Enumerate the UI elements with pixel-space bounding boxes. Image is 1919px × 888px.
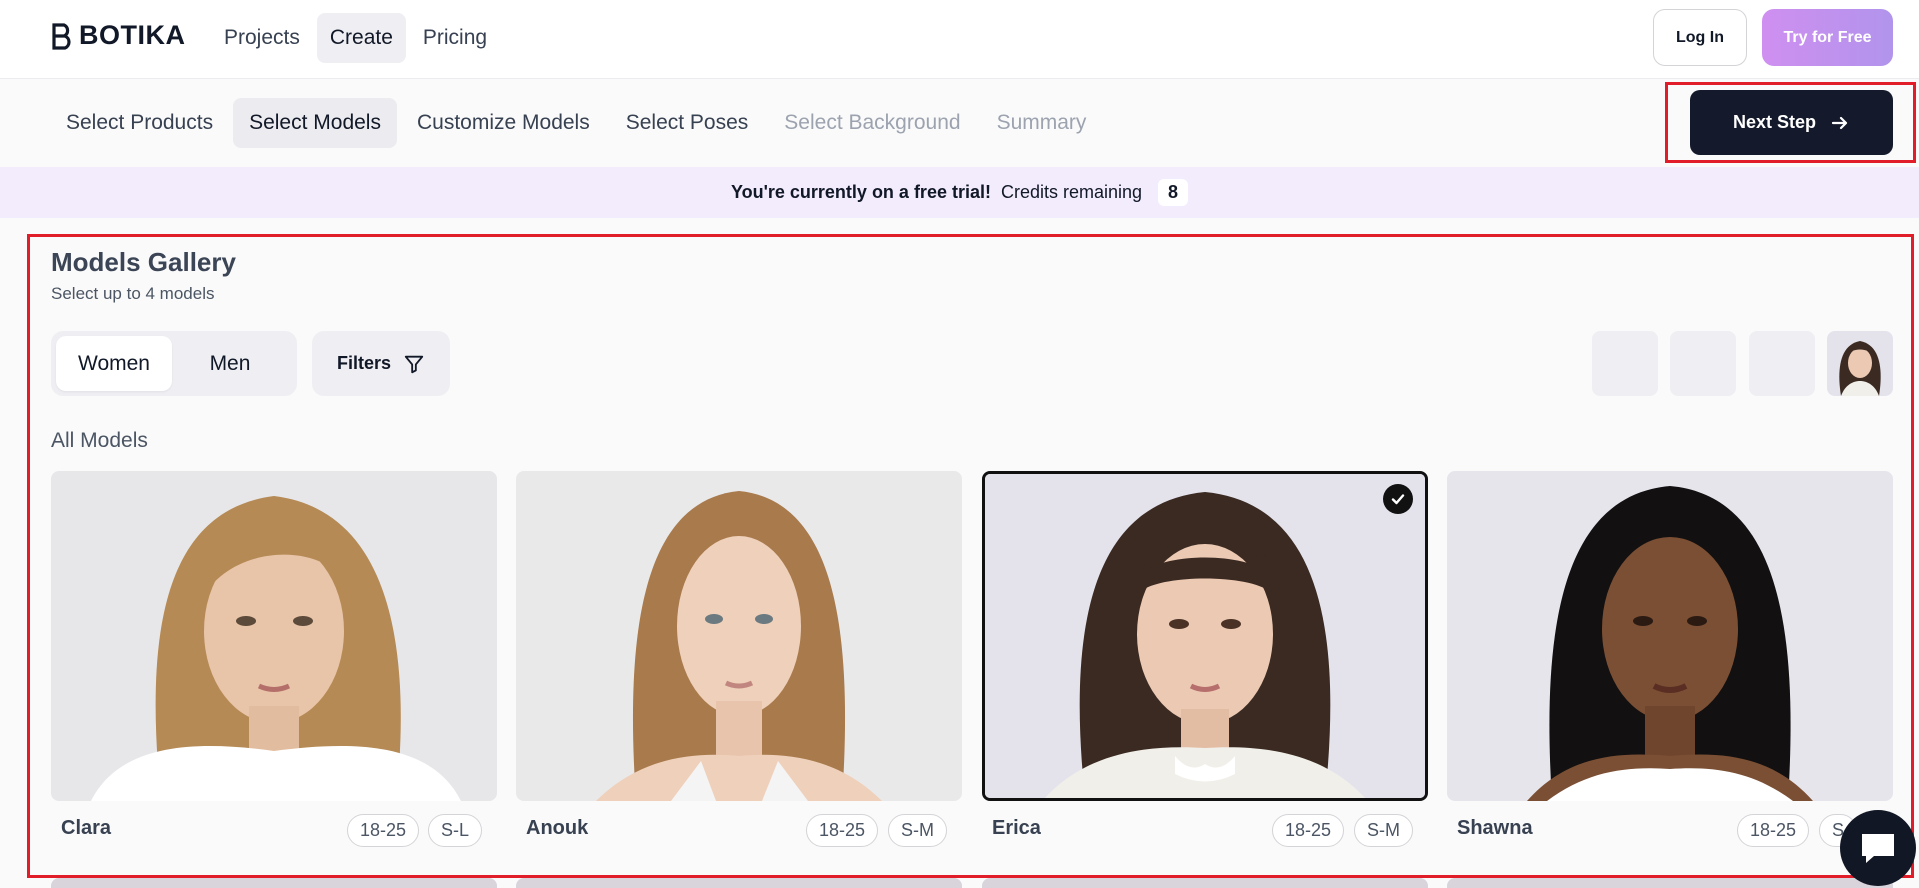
model-card-shawna[interactable] [1447,471,1893,801]
steps-bar: Select Products Select Models Customize … [0,80,1919,167]
next-step-label: Next Step [1732,112,1817,132]
model-card-clara[interactable] [51,471,497,801]
model-portrait-shawna [1447,471,1893,801]
nav-pricing[interactable]: Pricing [410,13,500,63]
step-select-products[interactable]: Select Products [50,98,229,148]
login-button[interactable]: Log In [1653,9,1747,66]
model-portrait-clara [51,471,497,801]
model-name-erica: Erica [992,817,1041,839]
model-card-peek[interactable] [1447,878,1893,888]
step-select-models[interactable]: Select Models [233,98,397,148]
model-portrait-anouk [516,471,962,801]
main-nav: Projects Create Pricing [211,13,500,63]
filters-label: Filters [336,353,392,373]
chat-bubble-icon [1862,834,1894,863]
model-age-badge: 18-25 [1737,814,1810,847]
model-card-peek[interactable] [51,878,497,888]
model-age-badge: 18-25 [347,814,420,847]
next-step-button[interactable]: Next Step [1690,90,1893,155]
model-name-anouk: Anouk [526,817,589,839]
step-customize-models[interactable]: Customize Models [401,98,606,148]
try-for-free-button[interactable]: Try for Free [1762,9,1893,66]
model-card-peek[interactable] [982,878,1428,888]
section-label-all-models: All Models [51,429,148,452]
model-card-peek[interactable] [516,878,962,888]
credits-badge: 8 [1158,179,1189,206]
gallery-subtitle: Select up to 4 models [51,284,215,303]
nav-projects[interactable]: Projects [211,13,313,63]
model-size-badge: S-L [428,814,483,847]
filters-button[interactable]: Filters [312,331,450,396]
step-summary[interactable]: Summary [981,98,1103,148]
top-navbar: BOTIKA Projects Create Pricing Log In Tr… [0,0,1919,79]
selected-model-thumbnail [1827,331,1893,396]
tab-women[interactable]: Women [56,336,172,391]
model-age-badge: 18-25 [806,814,879,847]
selected-model-slot-empty[interactable] [1670,331,1736,396]
brand-name: BOTIKA [79,20,186,50]
model-card-anouk[interactable] [516,471,962,801]
nav-create[interactable]: Create [316,13,406,63]
step-select-background[interactable]: Select Background [768,98,976,148]
step-select-poses[interactable]: Select Poses [610,98,765,148]
model-name-clara: Clara [61,817,112,839]
model-card-erica[interactable] [982,471,1428,801]
model-size-badge: S-M [888,814,947,847]
model-name-shawna: Shawna [1457,817,1533,839]
arrow-right-icon [1831,116,1848,129]
botika-logo-icon [52,22,71,50]
selected-model-slot-erica[interactable] [1827,331,1893,396]
model-age-badge: 18-25 [1272,814,1345,847]
tab-men[interactable]: Men [172,336,288,391]
step-tabs: Select Products Select Models Customize … [50,98,1102,148]
brand-logo[interactable]: BOTIKA [51,20,186,51]
selected-model-slot-empty[interactable] [1749,331,1815,396]
gender-toggle: Women Men [51,331,297,396]
trial-message: You're currently on a free trial! [730,182,991,202]
filter-icon [404,355,424,373]
selected-model-slot-empty[interactable] [1592,331,1658,396]
credits-label: Credits remaining [1000,182,1143,202]
chat-widget-button[interactable] [1840,810,1916,886]
model-size-badge: S-M [1354,814,1413,847]
selected-check-icon [1383,484,1413,514]
gallery-title: Models Gallery [51,247,236,277]
trial-banner: You're currently on a free trial! Credit… [0,167,1919,218]
model-portrait-erica [985,474,1425,798]
